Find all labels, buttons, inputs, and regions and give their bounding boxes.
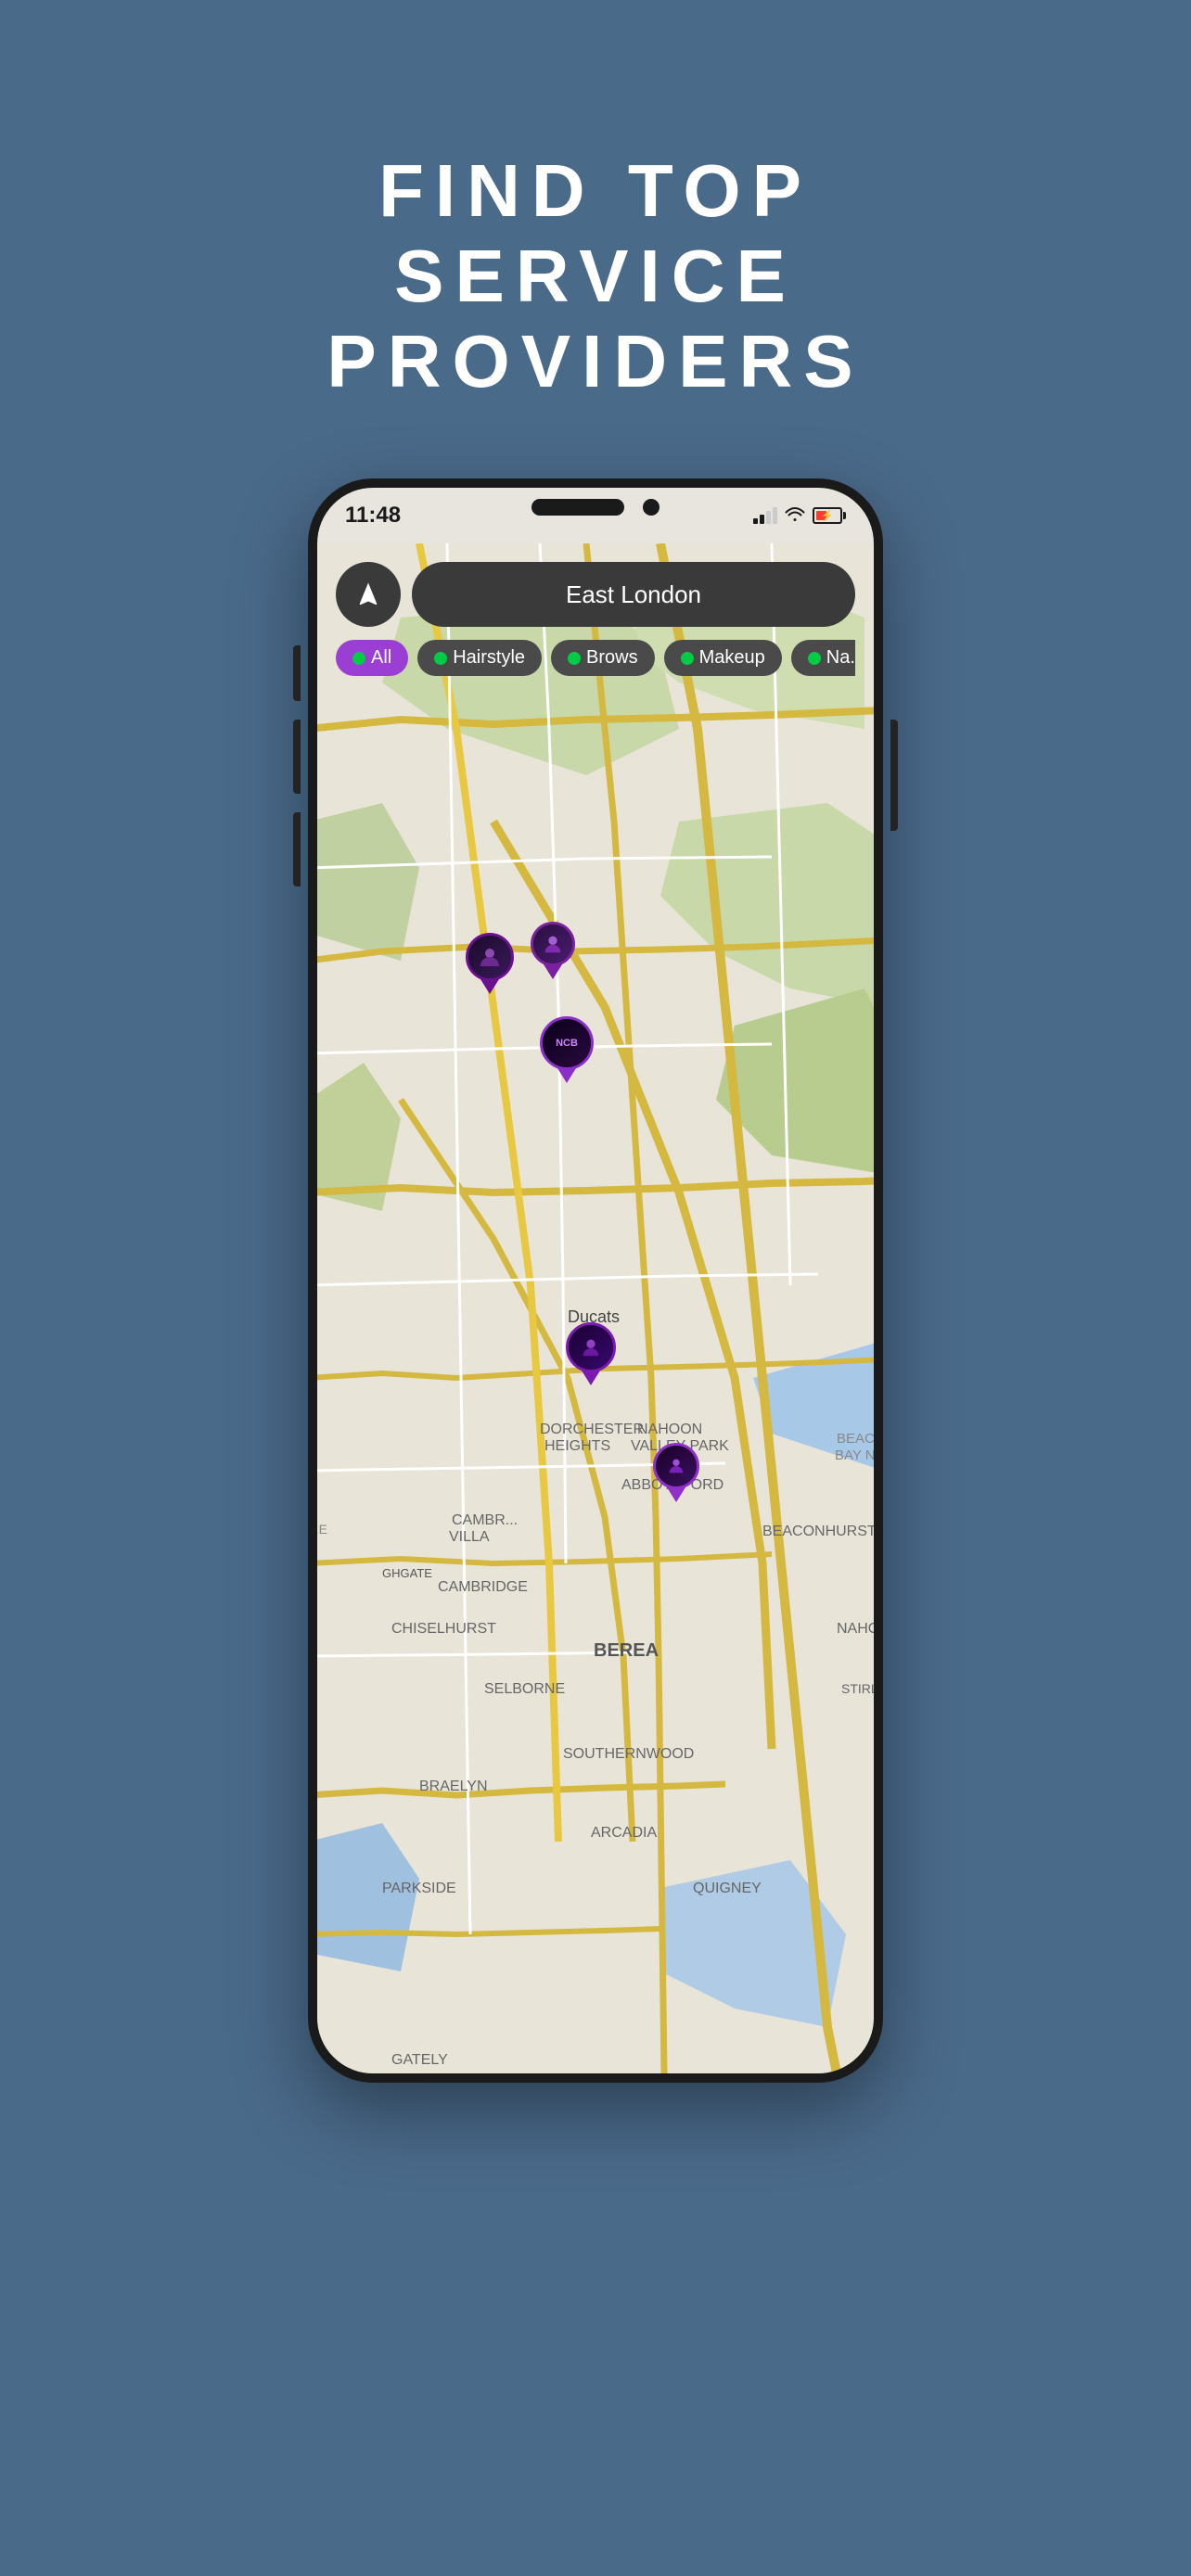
chip-dot [681, 652, 694, 665]
filter-makeup-label: Makeup [699, 647, 765, 669]
svg-text:BEAC...: BEAC... [837, 1431, 874, 1447]
svg-text:CAMBR...: CAMBR... [452, 1512, 518, 1528]
svg-text:VILLA: VILLA [449, 1529, 490, 1545]
svg-text:QUIGNEY: QUIGNEY [693, 1881, 762, 1896]
location-button[interactable] [336, 562, 401, 627]
svg-text:HEIGHTS: HEIGHTS [544, 1438, 610, 1454]
status-icons: ⚡ [753, 506, 846, 526]
search-row: East London [336, 562, 855, 627]
svg-text:BEREA: BEREA [594, 1640, 659, 1661]
chip-dot [434, 652, 447, 665]
hero-line1: FIND TOP [327, 148, 864, 234]
chip-dot [352, 652, 365, 665]
filter-chip-hairstyle[interactable]: Hairstyle [417, 640, 542, 676]
chip-dot [568, 652, 581, 665]
status-bar: 11:48 [317, 488, 874, 543]
hero-text: FIND TOP SERVICE PROVIDERS [327, 148, 864, 404]
filter-hairstyle-label: Hairstyle [453, 647, 525, 669]
search-location-text: East London [566, 580, 701, 609]
svg-text:NAHOON: NAHOON [837, 1621, 874, 1637]
location-search-bar[interactable]: East London [412, 562, 855, 627]
svg-text:...E: ...E [317, 1522, 327, 1537]
svg-text:CHISELHURST: CHISELHURST [391, 1621, 496, 1637]
provider-pin-1[interactable] [466, 933, 514, 994]
svg-text:DORCHESTER: DORCHESTER [540, 1422, 644, 1437]
phone-frame: 11:48 [308, 478, 883, 2083]
filter-chip-brows[interactable]: Brows [551, 640, 655, 676]
provider-pin-4[interactable] [566, 1322, 616, 1385]
filter-chip-makeup[interactable]: Makeup [664, 640, 782, 676]
map-view[interactable]: DORCHESTER HEIGHTS NAHOON VALLEY PARK AB… [317, 543, 874, 2073]
volume-mute-button[interactable] [293, 645, 301, 701]
svg-text:CAMBRIDGE: CAMBRIDGE [438, 1579, 528, 1595]
wifi-icon [785, 506, 805, 526]
svg-text:BAY N...: BAY N... [835, 1447, 874, 1463]
svg-text:SELBORNE: SELBORNE [484, 1681, 565, 1697]
filter-chip-nails[interactable]: Na... [791, 640, 855, 676]
svg-text:ARCADIA: ARCADIA [591, 1825, 657, 1841]
notch [531, 488, 660, 516]
hero-line3: PROVIDERS [327, 319, 864, 404]
svg-text:GATELY: GATELY [391, 2052, 448, 2068]
phone-screen: 11:48 [317, 488, 874, 2073]
svg-text:NAHOON: NAHOON [637, 1422, 702, 1437]
filter-chip-all[interactable]: All [336, 640, 408, 676]
power-button[interactable] [890, 720, 898, 831]
filter-nails-label: Na... [826, 647, 855, 669]
provider-pin-3[interactable]: NCB [540, 1016, 594, 1083]
svg-text:PARKSIDE: PARKSIDE [382, 1881, 456, 1896]
phone-mockup: 11:48 [308, 478, 883, 2083]
filter-all-label: All [371, 647, 391, 669]
volume-down-button[interactable] [293, 812, 301, 886]
status-time: 11:48 [345, 503, 401, 529]
svg-text:STIRLI...: STIRLI... [841, 1681, 874, 1696]
svg-text:SOUTHERNWOOD: SOUTHERNWOOD [563, 1746, 694, 1762]
svg-text:GHGATE: GHGATE [382, 1566, 432, 1580]
svg-text:BRAELYN: BRAELYN [419, 1779, 488, 1794]
speaker [531, 499, 624, 516]
signal-icon [753, 507, 777, 524]
provider-pin-2[interactable] [531, 922, 575, 979]
front-camera [643, 499, 660, 516]
battery-icon: ⚡ [813, 507, 846, 524]
provider-pin-5[interactable] [653, 1443, 699, 1502]
filter-chips: All Hairstyle Brows Makeup [336, 640, 855, 676]
chip-dot [808, 652, 821, 665]
filter-brows-label: Brows [586, 647, 638, 669]
hero-line2: SERVICE [327, 234, 864, 319]
svg-text:BEACONHURST: BEACONHURST [762, 1524, 874, 1539]
map-overlay: East London All Hairstyle [317, 543, 874, 676]
volume-up-button[interactable] [293, 720, 301, 794]
